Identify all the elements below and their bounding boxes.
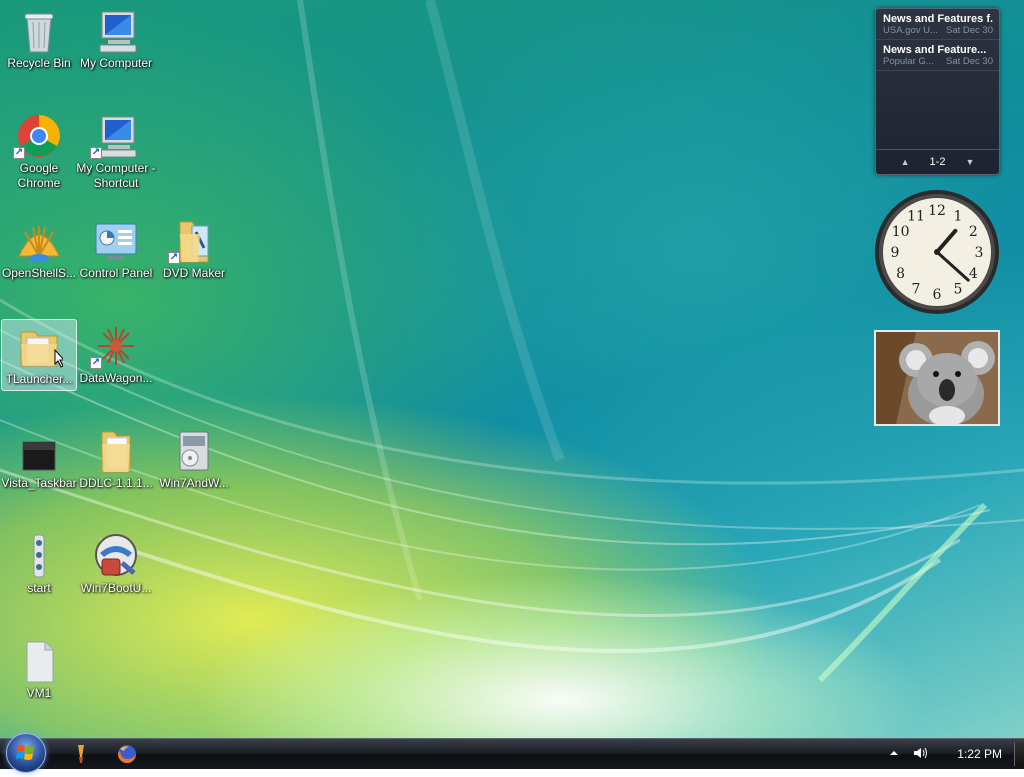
icon-label: VM1 [26,686,52,700]
folder-icon [92,428,140,474]
clock-gadget[interactable]: 12 1 2 3 4 5 6 7 8 9 10 11 [873,188,1001,316]
installer-icon [170,428,218,474]
icon-label: DDLC-1.1.1... [79,476,153,490]
icon-label: DataWagon... [79,371,153,385]
previous-page-icon[interactable]: ▲ [901,157,910,167]
volume-icon[interactable] [913,746,929,763]
firefox-icon[interactable] [116,743,138,765]
feed-item-title: News and Feature... [883,44,987,56]
clock-numeral: 9 [891,245,900,261]
datawagon-icon: ↗ [90,323,140,369]
clock-numeral: 1 [954,209,963,225]
shell-icon [15,218,63,264]
icon-label: DVD Maker [162,266,225,280]
boot-updater-icon [92,533,140,579]
icon-label: Google Chrome [17,161,61,190]
icon-label: My Computer - Shortcut [76,161,156,190]
shortcut-arrow-icon: ↗ [90,357,102,369]
desktop-icon-win7andw[interactable]: Win7AndW... [156,424,232,496]
batch-file-icon [15,533,63,579]
dvd-maker-icon: ↗ [168,218,218,264]
feed-item-date: Sat Dec 30 [946,25,993,36]
desktop-icon-recycle-bin[interactable]: Recycle Bin [1,4,77,76]
feed-item-title: News and Features f... [883,13,993,25]
desktop-icon-my-computer[interactable]: My Computer [78,4,154,76]
feed-page-indicator: 1-2 [929,156,946,168]
icon-label: Recycle Bin [7,56,71,70]
computer-icon: ↗ [90,113,140,159]
icon-label: Control Panel [79,266,153,280]
icon-label: Win7AndW... [159,476,229,490]
paint-icon[interactable] [70,743,92,765]
desktop-icon-vm1[interactable]: VM1 [1,634,77,706]
feed-headlines-gadget[interactable]: News and Features f... USA.gov U... Sat … [875,8,1000,175]
clock-numeral: 5 [954,281,963,297]
clock-numeral: 6 [933,287,942,303]
clock-numeral: 12 [928,203,946,219]
icon-label: start [27,581,51,595]
icon-label: My Computer [79,56,153,70]
chrome-icon: ↗ [13,113,63,159]
computer-icon [92,8,140,54]
desktop-icon-google-chrome[interactable]: ↗ Google Chrome [1,109,77,190]
desktop-icon-dvd-maker[interactable]: ↗ DVD Maker [156,214,232,286]
windows-logo-icon [16,745,34,760]
clock-numeral: 11 [907,209,925,225]
file-icon [15,638,63,684]
feed-item-source: Popular G... [883,56,934,67]
desktop-icon-openshell[interactable]: OpenShellS... [1,214,77,286]
folder-icon [15,324,66,370]
clock-numeral: 7 [912,281,921,297]
feed-pager: ▲ 1-2 ▼ [876,149,999,174]
desktop[interactable]: Recycle Bin ↗ Google Chrome OpenShellS..… [0,0,1024,738]
desktop-icon-vista-taskbar[interactable]: Vista_Taskbar [1,424,77,496]
system-tray: 1:22 PM [889,739,1008,769]
feed-item-date: Sat Dec 30 [946,56,993,67]
recycle-bin-icon [15,8,63,54]
show-desktop-button[interactable] [1014,742,1024,766]
icon-label: TLauncher... [5,372,73,386]
desktop-icon-win7bootupdater[interactable]: Win7BootU... [78,529,154,601]
shortcut-arrow-icon: ↗ [168,252,180,264]
shortcut-arrow-icon: ↗ [90,147,102,159]
control-panel-icon [92,218,140,264]
taskbar: 1:22 PM [0,733,1024,773]
clock-numeral: 8 [896,266,905,282]
clock-numeral: 3 [975,245,984,261]
desktop-icon-my-computer-shortcut[interactable]: ↗ My Computer - Shortcut [76,109,156,190]
start-button[interactable] [6,733,46,773]
feed-item[interactable]: News and Features f... USA.gov U... Sat … [876,9,999,40]
desktop-icon-ddlc[interactable]: DDLC-1.1.1... [78,424,154,496]
koala-photo [876,332,998,424]
shortcut-arrow-icon: ↗ [13,147,25,159]
clock-face: 12 12 3 45678 9 1011 [875,190,999,314]
show-hidden-icon[interactable] [889,747,899,761]
desktop-icon-start[interactable]: start [1,529,77,601]
icon-label: Win7BootU... [80,581,152,595]
taskbar-clock[interactable]: 1:22 PM [957,747,1002,761]
slideshow-gadget[interactable] [874,330,1000,426]
icon-label: OpenShellS... [1,266,77,280]
icon-label: Vista_Taskbar [1,476,77,490]
feed-item-source: USA.gov U... [883,25,938,36]
clock-numeral: 4 [969,266,978,282]
desktop-icon-tlauncher[interactable]: TLauncher... [1,319,77,391]
black-file-icon [15,428,63,474]
desktop-icon-datawagon[interactable]: ↗ DataWagon... [78,319,154,391]
next-page-icon[interactable]: ▼ [965,157,974,167]
desktop-icon-control-panel[interactable]: Control Panel [78,214,154,286]
clock-numeral: 2 [969,224,978,240]
clock-numeral: 10 [892,224,910,240]
feed-item[interactable]: News and Feature... Popular G... Sat Dec… [876,40,999,71]
